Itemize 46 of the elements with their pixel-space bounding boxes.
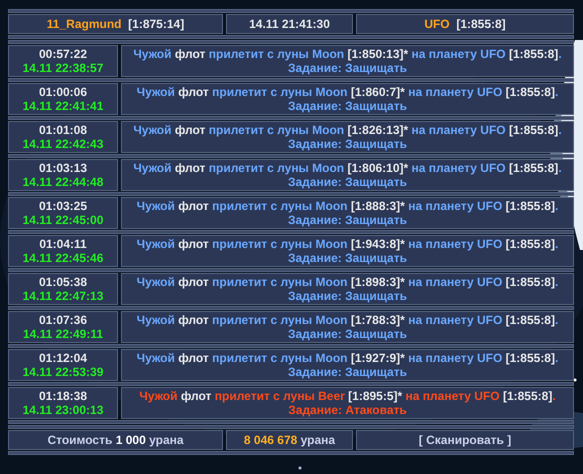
countdown: 01:01:08 [38,123,88,137]
player-info: 11_Ragmund [1:875:14] [46,17,184,31]
arrival-time: 14.11 22:47:13 [22,289,104,303]
mission-text: Задание: Защищать [288,327,407,341]
mission-text: Задание: Защищать [288,289,407,303]
arrival-time: 14.11 22:38:57 [22,61,104,75]
scan-cost: Стоимость 1 000 урана [47,433,184,447]
countdown: 01:04:11 [39,237,87,251]
countdown: 01:03:13 [38,161,88,175]
arrival-time: 14.11 22:49:11 [22,327,104,341]
mission-text: Задание: Защищать [288,365,407,379]
fleet-message: Чужой флот прилетит с луны Moon [1:806:10]* на планету UFO [1:855:8]. [133,161,562,175]
arrival-time: 14.11 22:44:48 [22,175,104,189]
fleet-message: Чужой флот прилетит с луны Moon [1:927:9]* на планету UFO [1:855:8]. [136,351,558,365]
mission-text: Задание: Защищать [288,137,407,151]
countdown: 01:03:25 [38,199,88,213]
arrival-time: 14.11 22:45:00 [22,213,104,227]
arrival-time: 14.11 22:41:41 [22,99,104,113]
mission-text: Задание: Защищать [288,61,407,75]
mission-text: Задание: Защищать [288,251,407,265]
uranium-balance: 8 046 678 урана [244,433,336,447]
arrival-time: 14.11 22:45:46 [22,251,104,265]
server-time: 14.11 21:41:30 [249,17,330,31]
fleet-message: Чужой флот прилетит с луны Moon [1:943:8]* на планету UFO [1:855:8]. [136,237,558,251]
fleet-message: Чужой флот прилетит с луны Moon [1:860:7]* на планету UFO [1:855:8]. [136,85,558,99]
countdown: 01:00:06 [38,85,88,99]
arrival-time: 14.11 22:53:39 [22,365,104,379]
scan-button[interactable]: [ Сканировать ] [414,433,516,447]
mission-text: Задание: Защищать [288,175,407,189]
fleet-message: Чужой флот прилетит с луны Moon [1:850:13]* на планету UFO [1:855:8]. [133,47,562,61]
planet-info: UFO [1:855:8] [424,17,506,31]
fleet-message: Чужой флот прилетит с луны Moon [1:888:3]* на планету UFO [1:855:8]. [136,199,558,213]
fleet-message: Чужой флот прилетит с луны Moon [1:826:13]* на планету UFO [1:855:8]. [133,123,562,137]
arrival-time: 14.11 22:42:43 [22,137,104,151]
fleet-message: Чужой флот прилетит с луны Moon [1:788:3]* на планету UFO [1:855:8]. [136,313,558,327]
countdown: 01:05:38 [38,275,88,289]
countdown: 01:18:38 [38,389,88,403]
countdown: 00:57:22 [38,47,88,61]
countdown: 01:07:36 [38,313,88,327]
arrival-time: 14.11 23:00:13 [22,403,104,417]
mission-text: Задание: Защищать [288,99,407,113]
fleet-message: Чужой флот прилетит с луны Beer [1:895:5]* на планету UFO [1:855:8]. [139,389,556,403]
countdown: 01:12:04 [38,351,88,365]
mission-text: Задание: Атаковать [288,403,407,417]
fleet-message: Чужой флот прилетит с луны Moon [1:898:3]* на планету UFO [1:855:8]. [136,275,558,289]
mission-text: Задание: Защищать [288,213,407,227]
